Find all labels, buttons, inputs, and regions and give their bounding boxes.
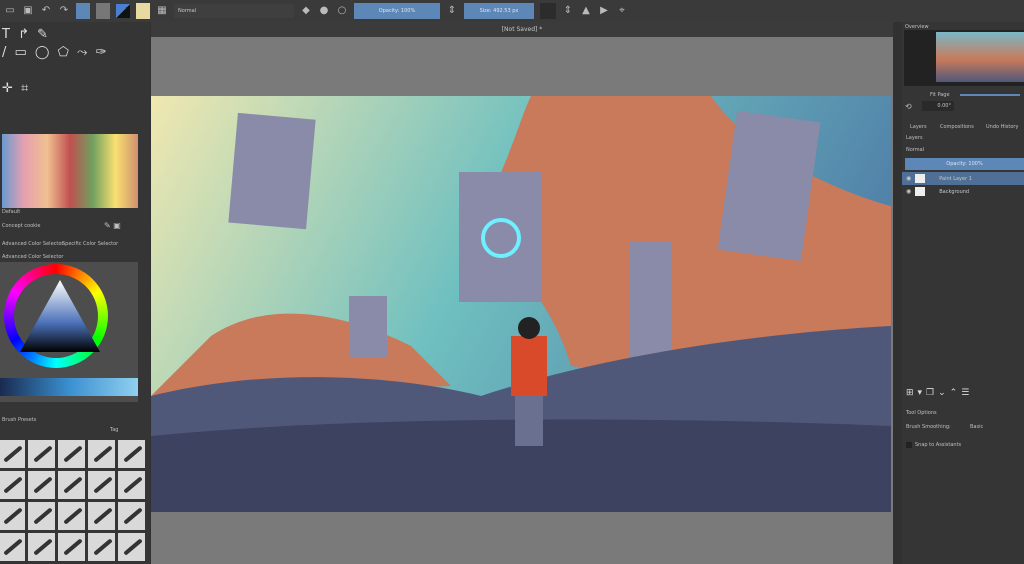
size-stepper[interactable]: ⇕ <box>562 5 574 17</box>
floating-monolith <box>629 242 671 362</box>
brush-preset[interactable] <box>118 533 145 561</box>
floating-monolith <box>349 296 387 358</box>
tab-specific-color[interactable]: Specific Color Selector <box>62 241 118 247</box>
brush-preset[interactable] <box>0 471 25 499</box>
tab-layers[interactable]: Layers <box>910 124 927 130</box>
color-swap-icon[interactable] <box>116 4 130 18</box>
eraser-icon[interactable]: ◆ <box>300 5 312 17</box>
redo-icon[interactable]: ↷ <box>58 5 70 17</box>
layer-name: Paint Layer 1 <box>939 175 972 182</box>
layer-name: Background <box>939 188 970 195</box>
layer-thumbnail <box>915 187 926 196</box>
shade-selector[interactable] <box>0 378 138 396</box>
visibility-icon[interactable]: ◉ <box>906 175 911 182</box>
pattern-button[interactable] <box>96 3 110 19</box>
rotation-input[interactable]: 0.00° <box>922 101 954 111</box>
color-selector[interactable] <box>0 262 138 402</box>
brush-preset[interactable] <box>58 440 85 468</box>
brush-smoothing-label: Brush Smoothing: <box>906 424 951 430</box>
figure <box>511 336 547 396</box>
new-document-icon[interactable]: ▭ <box>4 5 16 17</box>
snap-checkbox[interactable] <box>906 442 912 448</box>
opacity-stepper[interactable]: ⇕ <box>446 5 458 17</box>
brush-preset[interactable] <box>28 440 55 468</box>
brush-preset[interactable] <box>88 502 115 530</box>
brush-preset[interactable] <box>28 502 55 530</box>
document-title: [Not Saved] * <box>501 26 543 33</box>
palette-title: Default <box>2 209 21 215</box>
snap-label: Snap to Assistants <box>915 442 962 448</box>
brush-preset[interactable] <box>0 440 25 468</box>
layer-row[interactable]: ◉ Background <box>902 185 1024 198</box>
zoom-slider[interactable] <box>960 94 1020 96</box>
tab-compositions[interactable]: Compositions <box>940 124 974 130</box>
size-slider[interactable]: Size: 492.53 px <box>464 3 534 19</box>
presets-title: Brush Presets <box>2 417 37 423</box>
fit-page-label: Fit Page <box>930 92 950 98</box>
opacity-slider[interactable]: Opacity: 100% <box>354 3 440 19</box>
brush-preset[interactable] <box>28 533 55 561</box>
left-docker: T ↱ ✎ / ▭ ◯ ⬠ ⤳ ✑ ✛ ⌗ Default Concept cook… <box>0 22 150 564</box>
layer-thumbnail <box>915 174 926 183</box>
floating-monolith <box>459 172 541 302</box>
edit-palette-icon[interactable]: ✎ ▣ <box>104 221 121 230</box>
toolbox[interactable]: T ↱ ✎ / ▭ ◯ ⬠ ⤳ ✑ ✛ ⌗ <box>2 26 108 98</box>
mirror-horizontal-icon[interactable]: ▲ <box>580 5 592 17</box>
layer-blend-mode[interactable]: Normal <box>906 147 924 153</box>
brush-preset-button[interactable] <box>136 3 150 19</box>
brush-preset[interactable] <box>88 440 115 468</box>
brush-preset[interactable] <box>118 502 145 530</box>
brush-preset[interactable] <box>88 533 115 561</box>
overview-panel[interactable] <box>904 30 1024 86</box>
brush-preset[interactable] <box>118 471 145 499</box>
brush-preset[interactable] <box>58 533 85 561</box>
wrap-icon[interactable]: ⌖ <box>616 5 628 17</box>
save-icon[interactable]: ▣ <box>22 5 34 17</box>
brush-preset[interactable] <box>58 502 85 530</box>
grid-icon[interactable]: ▦ <box>156 5 168 17</box>
brush-smoothing-select[interactable]: Basic <box>970 424 983 430</box>
preserve-alpha-icon[interactable]: ● <box>318 5 330 17</box>
layer-row[interactable]: ◉ Paint Layer 1 <box>902 172 1024 185</box>
tab-advanced-color[interactable]: Advanced Color Selector <box>2 241 63 247</box>
main-toolbar: ▭ ▣ ↶ ↷ ▦ Normal ◆ ● ○ Opacity: 100% ⇕ S… <box>0 0 1024 22</box>
blend-mode-select[interactable]: Normal <box>174 4 294 18</box>
brush-preset[interactable] <box>28 471 55 499</box>
overview-thumbnail[interactable] <box>936 32 1024 82</box>
brush-preset[interactable] <box>88 471 115 499</box>
color-selector-title: Advanced Color Selector <box>2 254 64 260</box>
document-tab[interactable]: [Not Saved] * <box>151 22 893 37</box>
floating-monolith <box>228 112 316 230</box>
brush-preset[interactable] <box>118 440 145 468</box>
rotate-icon[interactable]: ⟲ <box>905 102 912 111</box>
mirror-vertical-icon[interactable]: ▶ <box>598 5 610 17</box>
layer-list: ◉ Paint Layer 1 ◉ Background <box>902 172 1024 198</box>
concept-label: Concept cookie <box>2 223 41 229</box>
brush-presets-grid[interactable] <box>0 440 145 561</box>
tab-undo-history[interactable]: Undo History <box>986 124 1018 130</box>
visibility-icon[interactable]: ◉ <box>906 188 911 195</box>
brush-preset[interactable] <box>0 533 25 561</box>
color-palette[interactable] <box>2 134 138 208</box>
right-docker: Overview Fit Page ⟲ 0.00° Layers Composi… <box>902 22 1024 564</box>
layer-opacity-slider[interactable]: Opacity: 100% <box>905 158 1024 170</box>
canvas-artwork[interactable] <box>151 96 891 512</box>
size-slider-track <box>540 3 556 19</box>
tag-select[interactable]: Tag <box>110 427 118 433</box>
brush-preset[interactable] <box>0 502 25 530</box>
layer-actions[interactable]: ⊞▾❐⌄⌃☰ <box>906 388 973 398</box>
tool-options-title: Tool Options <box>906 410 937 416</box>
brush-preset[interactable] <box>58 471 85 499</box>
undo-icon[interactable]: ↶ <box>40 5 52 17</box>
reload-icon[interactable]: ○ <box>336 5 348 17</box>
layers-title: Layers <box>906 135 923 141</box>
fill-gradient-button[interactable] <box>76 3 90 19</box>
